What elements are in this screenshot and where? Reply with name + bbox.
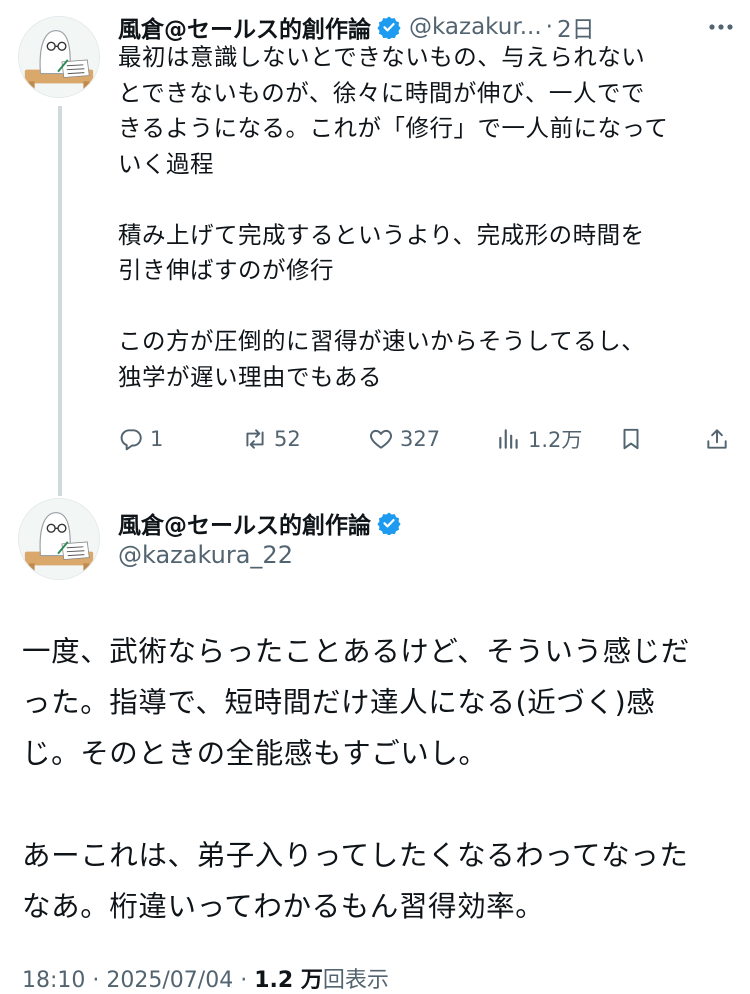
post-meta: 18:10 · 2025/07/04 · 1.2 万回表示 [22, 962, 389, 994]
verified-badge-icon [377, 16, 401, 39]
author-handle[interactable]: @kazakura_22 [118, 541, 293, 569]
text-line: じ。そのときの全能感もすごいし。 [22, 737, 488, 770]
text-line: 独学が遅い理由でもある [118, 362, 382, 391]
reply-button[interactable]: 1 [118, 422, 163, 456]
separator: · [85, 968, 107, 993]
heart-icon [370, 429, 392, 449]
retweet-icon [246, 429, 264, 449]
text-line: とできないものが、徐々に時間が伸び、一人でで [118, 78, 645, 107]
post-text: 一度、武術ならったことあるけど、そういう感じだ った。指導で、短時間だけ達人にな… [22, 626, 732, 932]
views-label: 回表示 [322, 968, 389, 993]
text-line: 最初は意識しないとできないもの、与えられない [118, 43, 646, 71]
author-handle[interactable]: @kazakur... [409, 14, 542, 40]
more-icon[interactable] [706, 14, 736, 40]
share-icon [707, 429, 727, 449]
author-name[interactable]: 風倉@セールス的創作論 [118, 506, 371, 540]
verified-badge-icon [377, 512, 401, 535]
share-button[interactable] [704, 422, 730, 456]
paragraph: 最初は意識しないとできないもの、与えられない とできないものが、徐々に時間が伸び… [118, 40, 738, 182]
thread-line [58, 106, 62, 496]
like-count: 327 [400, 427, 441, 451]
bookmark-icon [623, 428, 639, 450]
text-line: きるようになる。これが「修行」で一人前になって [118, 114, 669, 142]
reply-text: 最初は意識しないとできないもの、与えられない とできないものが、徐々に時間が伸び… [118, 40, 738, 395]
timestamp[interactable]: 2日 [557, 10, 595, 44]
text-line: いく過程 [118, 149, 214, 178]
separator: · [545, 14, 553, 40]
separator: · [233, 968, 255, 993]
views-button[interactable]: 1.2万 [496, 422, 582, 456]
avatar[interactable] [18, 498, 100, 580]
paragraph: 一度、武術ならったことあるけど、そういう感じだ った。指導で、短時間だけ達人にな… [22, 626, 732, 779]
post-time[interactable]: 18:10 [22, 968, 85, 993]
text-line: 積み上げて完成するというより、完成形の時間を [118, 220, 645, 249]
reply-count: 1 [150, 427, 164, 451]
text-line: 一度、武術ならったことあるけど、そういう感じだ [22, 635, 690, 668]
avatar[interactable] [18, 16, 100, 98]
paragraph: 積み上げて完成するというより、完成形の時間を 引き伸ばすのが修行 [118, 218, 738, 289]
views-icon [499, 429, 518, 449]
author-name[interactable]: 風倉@セールス的創作論 [118, 10, 371, 44]
action-bar: 1 52 327 1.2万 [118, 422, 738, 456]
like-button[interactable]: 327 [368, 422, 440, 456]
main-author-row: 風倉@セールス的創作論 [118, 506, 401, 540]
text-line: この方が圧倒的に習得が速いからそうしてるし、 [118, 327, 646, 355]
text-line: った。指導で、短時間だけ達人になる(近づく)感 [22, 686, 656, 719]
reply-author-row: 風倉@セールス的創作論 @kazakur... · 2日 [118, 10, 595, 44]
reply-icon [120, 429, 142, 451]
text-line: あーこれは、弟子入りってしたくなるわってなった [22, 839, 689, 872]
text-line: 引き伸ばすのが修行 [118, 256, 334, 284]
retweet-count: 52 [274, 427, 301, 451]
post-date[interactable]: 2025/07/04 [106, 968, 233, 993]
text-line: なあ。桁違いってわかるもん習得効率。 [22, 890, 545, 923]
view-count: 1.2 万 [254, 968, 323, 993]
bookmark-button[interactable] [618, 422, 644, 456]
retweet-button[interactable]: 52 [242, 422, 301, 456]
paragraph: この方が圧倒的に習得が速いからそうしてるし、 独学が遅い理由でもある [118, 324, 738, 395]
view-count: 1.2万 [528, 428, 583, 452]
paragraph: あーこれは、弟子入りってしたくなるわってなった なあ。桁違いってわかるもん習得効… [22, 830, 732, 932]
